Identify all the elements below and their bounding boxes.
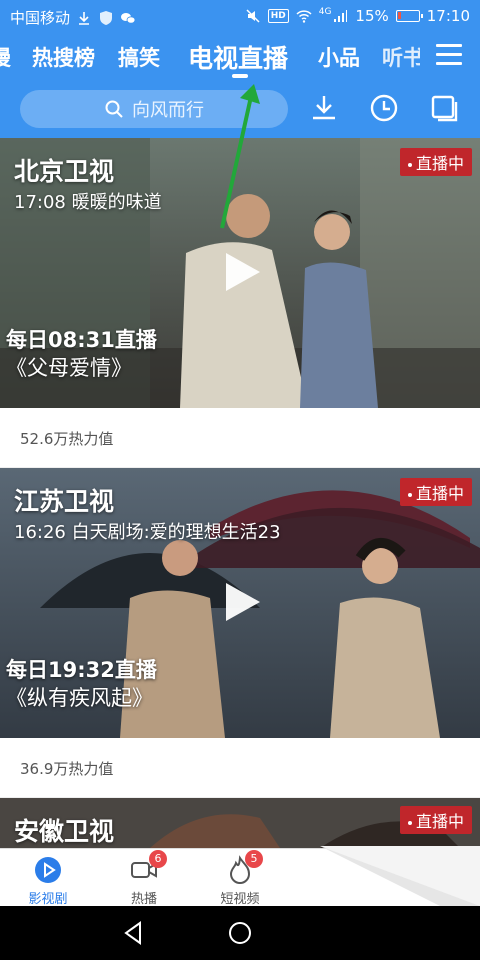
- channel-thumbnail[interactable]: 安徽卫视 直播中: [0, 798, 480, 848]
- shield-icon: [98, 10, 114, 26]
- live-badge: 直播中: [399, 148, 472, 176]
- nav-label: 短视频: [220, 892, 260, 907]
- status-bar: 中国移动 HD 4G 15% 17:10: [0, 0, 480, 34]
- download-icon[interactable]: [308, 92, 340, 124]
- show-title: 《父母爱情》: [6, 356, 132, 380]
- search-icon: [105, 100, 123, 118]
- now-playing: 17:08 暖暖的味道: [14, 192, 162, 213]
- channel-name: 安徽卫视: [14, 817, 115, 846]
- play-icon[interactable]: [222, 580, 262, 624]
- tab-hot-search[interactable]: 热搜榜: [32, 42, 95, 72]
- now-playing: 16:26 白天剧场:爱的理想生活23: [14, 522, 281, 543]
- wifi-icon: [296, 8, 312, 24]
- back-icon[interactable]: [120, 919, 148, 947]
- heat-value: 52.6万热力值: [0, 408, 480, 468]
- channel-card[interactable]: 安徽卫视 直播中: [0, 798, 480, 848]
- app-header: 中国移动 HD 4G 15% 17:10 漫 热搜榜 搞笑 电视直播 小品 听书…: [0, 0, 480, 138]
- tab-funny[interactable]: 搞笑: [118, 42, 160, 72]
- tab-partial-left[interactable]: 漫: [0, 42, 11, 72]
- flame-icon: 5: [225, 850, 263, 885]
- battery-icon: [395, 10, 423, 22]
- channel-thumbnail[interactable]: 北京卫视 17:08 暖暖的味道 直播中 每日08:31直播 《父母爱情》: [0, 138, 480, 408]
- tab-sketch[interactable]: 小品: [318, 42, 360, 72]
- show-title: 《纵有疾风起》: [6, 686, 153, 710]
- search-placeholder: 向风而行: [132, 100, 204, 121]
- play-icon[interactable]: [222, 250, 262, 294]
- broadcast-schedule: 每日19:32直播: [6, 658, 157, 682]
- mute-icon: [245, 8, 261, 24]
- category-tabs: 漫 热搜榜 搞笑 电视直播 小品 听书: [0, 36, 420, 80]
- play-circle-icon: [33, 855, 63, 885]
- active-tab-indicator: [232, 74, 248, 78]
- live-badge: 直播中: [399, 478, 472, 506]
- channel-name: 江苏卫视: [14, 487, 115, 516]
- tab-partial-right[interactable]: 听书: [382, 42, 420, 72]
- channel-name: 北京卫视: [14, 157, 115, 186]
- battery-percent: 15%: [355, 7, 389, 25]
- video-camera-icon: 6: [129, 850, 167, 885]
- history-icon[interactable]: [368, 92, 400, 124]
- clock: 17:10: [426, 7, 470, 25]
- hd-icon: HD: [267, 9, 289, 23]
- nav-item-trending[interactable]: 6 热播: [104, 850, 184, 907]
- notification-badge: 6: [149, 850, 167, 868]
- channel-thumbnail[interactable]: 江苏卫视 16:26 白天剧场:爱的理想生活23 直播中 每日19:32直播 《…: [0, 468, 480, 738]
- bottom-navigation: 影视剧 6 热播 5 短视频: [0, 848, 480, 907]
- heat-value: 36.9万热力值: [0, 738, 480, 798]
- network-type: 4G: [318, 7, 332, 17]
- carrier-label: 中国移动: [10, 9, 71, 27]
- nav-label: 热播: [130, 892, 157, 907]
- wechat-icon: [120, 10, 136, 26]
- nav-item-dramas[interactable]: 影视剧: [8, 855, 88, 907]
- battery-fill: [397, 12, 401, 19]
- nav-label: 影视剧: [28, 892, 68, 907]
- signal-icon: [332, 8, 348, 24]
- system-navigation-bar: [0, 906, 480, 960]
- search-bar[interactable]: 向风而行: [20, 90, 288, 128]
- menu-icon[interactable]: [436, 44, 462, 66]
- tab-tv-live[interactable]: 电视直播: [188, 39, 288, 75]
- live-badge: 直播中: [399, 806, 472, 834]
- notification-badge: 5: [245, 850, 263, 868]
- channel-card[interactable]: 江苏卫视 16:26 白天剧场:爱的理想生活23 直播中 每日19:32直播 《…: [0, 468, 480, 798]
- nav-item-short-video[interactable]: 5 短视频: [200, 850, 280, 907]
- download-icon: [76, 10, 92, 26]
- channel-card[interactable]: 北京卫视 17:08 暖暖的味道 直播中 每日08:31直播 《父母爱情》 52…: [0, 138, 480, 468]
- home-icon[interactable]: [226, 919, 254, 947]
- broadcast-schedule: 每日08:31直播: [6, 328, 157, 352]
- screen-cast-icon[interactable]: [428, 92, 460, 124]
